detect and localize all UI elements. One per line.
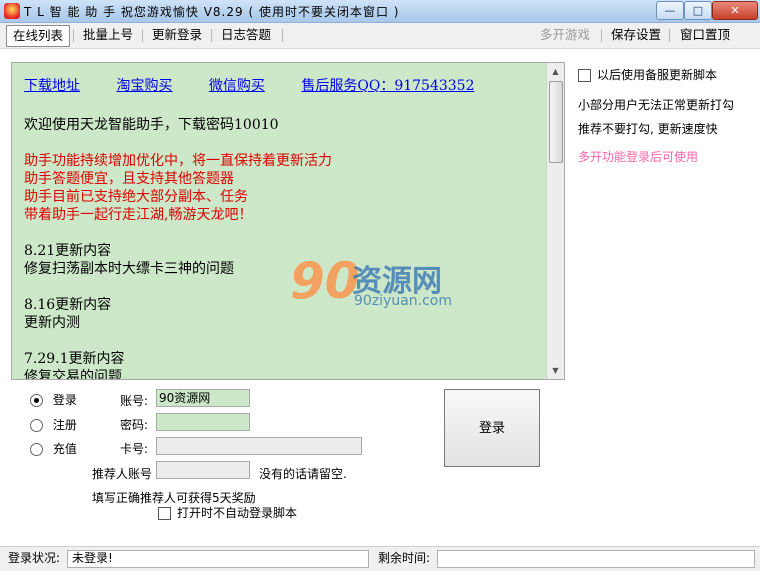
card-label: 卡号: — [120, 442, 149, 456]
feature-line: 助手功能持续增加优化中，将一直保持着更新活力 — [24, 153, 332, 169]
radio-login[interactable]: 登录 — [30, 391, 77, 408]
backup-script-checkbox[interactable] — [578, 69, 591, 82]
no-autologin-checkbox[interactable] — [158, 507, 171, 520]
download-link[interactable]: 下载地址 — [24, 78, 80, 94]
feature-line: 助手目前已支持绝大部分副本、任务 — [24, 189, 248, 205]
radio-recharge-label: 充值 — [52, 442, 77, 456]
app-icon — [4, 3, 20, 19]
tab-batch-login[interactable]: 批量上号 — [77, 25, 139, 45]
tab-log-answer[interactable]: 日志答题 — [215, 25, 277, 45]
radio-login-icon[interactable] — [30, 394, 43, 407]
radio-recharge-icon[interactable] — [30, 443, 43, 456]
backup-script-option[interactable]: 以后使用备服更新脚本 — [578, 66, 717, 83]
multi-open-game-button[interactable]: 多开游戏 — [534, 25, 596, 45]
radio-register[interactable]: 注册 — [30, 416, 77, 433]
window-title: T L 智 能 助 手 祝您游戏愉快 V8.29 ( 使用时不要关闭本窗口 ) — [24, 5, 400, 19]
no-autologin-label: 打开时不自动登录脚本 — [177, 506, 298, 520]
update-version: 7.29.1更新内容 — [24, 351, 125, 367]
feature-line: 带着助手一起行走江湖,畅游天龙吧！ — [24, 207, 253, 223]
window-pin-top-button[interactable]: 窗口置顶 — [674, 25, 736, 45]
tab-separator — [211, 29, 212, 42]
watermark-url: 90ziyuan.com — [354, 293, 453, 309]
update-detail: 修复交易的问题 — [24, 369, 122, 380]
title-bar[interactable]: T L 智 能 助 手 祝您游戏愉快 V8.29 ( 使用时不要关闭本窗口 ) … — [0, 0, 760, 23]
password-input[interactable] — [156, 413, 250, 431]
radio-register-label: 注册 — [52, 418, 77, 432]
close-button[interactable]: ✕ — [712, 1, 758, 20]
toolbar: 在线列表 批量上号 更新登录 日志答题 多开游戏 保存设置 窗口置顶 — [0, 23, 760, 49]
tab-separator — [282, 29, 283, 42]
remaining-time-label: 剩余时间: — [378, 551, 431, 565]
card-number-input[interactable] — [156, 437, 362, 455]
watermark-number: 90 — [290, 252, 360, 310]
wechat-buy-link[interactable]: 微信购买 — [209, 78, 265, 94]
link-row: 下载地址 淘宝购买 微信购买 售后服务QQ：917543352 — [24, 77, 506, 95]
multi-open-note: 多开功能登录后可使用 — [578, 150, 699, 164]
update-version: 8.21更新内容 — [24, 243, 112, 259]
login-status-label: 登录状况: — [8, 551, 61, 565]
tab-separator — [73, 29, 74, 42]
save-settings-button[interactable]: 保存设置 — [605, 25, 667, 45]
referrer-input[interactable] — [156, 461, 250, 479]
update-detail: 更新内测 — [24, 315, 80, 331]
radio-register-icon[interactable] — [30, 419, 43, 432]
update-version: 8.16更新内容 — [24, 297, 112, 313]
tab-online-list[interactable]: 在线列表 — [6, 25, 71, 47]
tab-separator — [142, 29, 143, 42]
minimize-button[interactable]: — — [656, 1, 684, 20]
taobao-buy-link[interactable]: 淘宝购买 — [116, 78, 172, 94]
welcome-text: 欢迎使用天龙智能助手，下载密码10010 — [24, 117, 279, 133]
login-status-value: 未登录! — [72, 551, 113, 565]
account-input[interactable] — [156, 389, 250, 407]
referrer-hint: 没有的话请留空. — [259, 467, 347, 481]
status-bar: 登录状况: 未登录! 剩余时间: — [0, 546, 760, 571]
no-autologin-option[interactable]: 打开时不自动登录脚本 — [158, 504, 297, 521]
info-panel[interactable]: 下载地址 淘宝购买 微信购买 售后服务QQ：917543352 欢迎使用天龙智能… — [11, 62, 565, 380]
referrer-label: 推荐人账号 — [92, 467, 153, 481]
scroll-down-icon[interactable]: ▼ — [547, 362, 564, 379]
backup-script-label: 以后使用备服更新脚本 — [597, 68, 718, 82]
toolbar-separator — [601, 29, 602, 42]
scroll-up-icon[interactable]: ▲ — [547, 63, 564, 80]
login-button[interactable]: 登录 — [444, 389, 540, 467]
remaining-time-box — [437, 550, 755, 568]
after-sales-qq-link[interactable]: 售后服务QQ：917543352 — [301, 78, 474, 94]
toolbar-separator — [669, 29, 670, 42]
account-label: 账号: — [120, 394, 149, 408]
info-scrollbar[interactable]: ▲ ▼ — [546, 63, 564, 379]
radio-login-label: 登录 — [52, 393, 77, 407]
maximize-button[interactable]: □ — [684, 1, 712, 20]
radio-recharge[interactable]: 充值 — [30, 440, 77, 457]
note-text: 小部分用户无法正常更新打勾 — [578, 98, 735, 112]
watermark-logo: 90 资源网 90ziyuan.com — [290, 250, 490, 320]
tab-update-login[interactable]: 更新登录 — [146, 25, 208, 45]
password-label: 密码: — [120, 418, 149, 432]
update-detail: 修复扫荡副本时大缥卡三神的问题 — [24, 261, 234, 277]
feature-line: 助手答题便宜，且支持其他答题器 — [24, 171, 234, 187]
note-text: 推荐不要打勾, 更新速度快 — [578, 122, 718, 136]
scroll-thumb[interactable] — [549, 81, 563, 163]
